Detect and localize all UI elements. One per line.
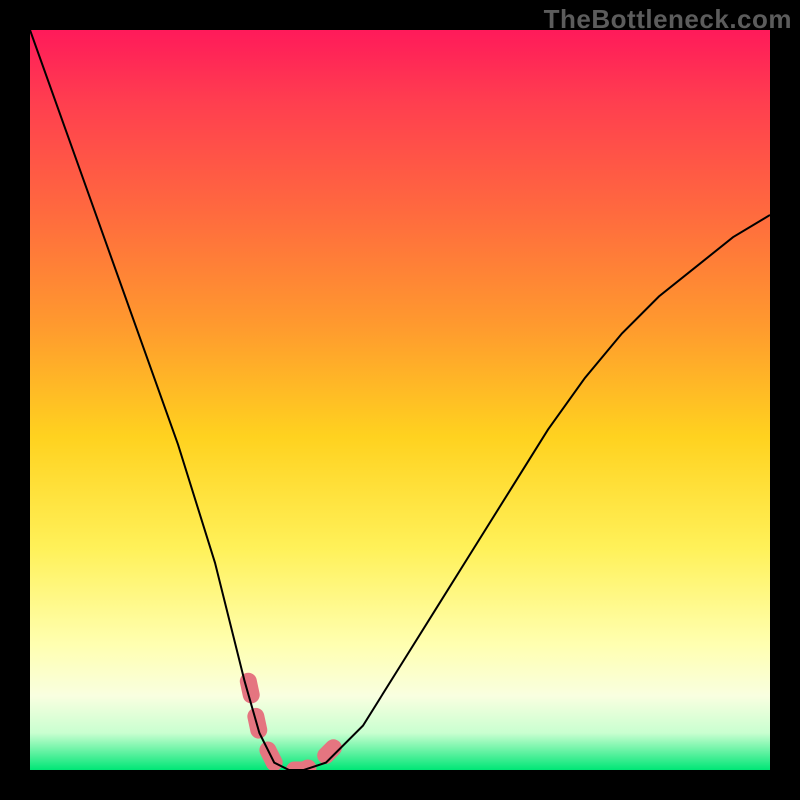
curve-layer: [30, 30, 770, 770]
plot-area: [30, 30, 770, 770]
valley-highlight: [248, 681, 333, 770]
bottleneck-curve: [30, 30, 770, 770]
chart-stage: TheBottleneck.com: [0, 0, 800, 800]
